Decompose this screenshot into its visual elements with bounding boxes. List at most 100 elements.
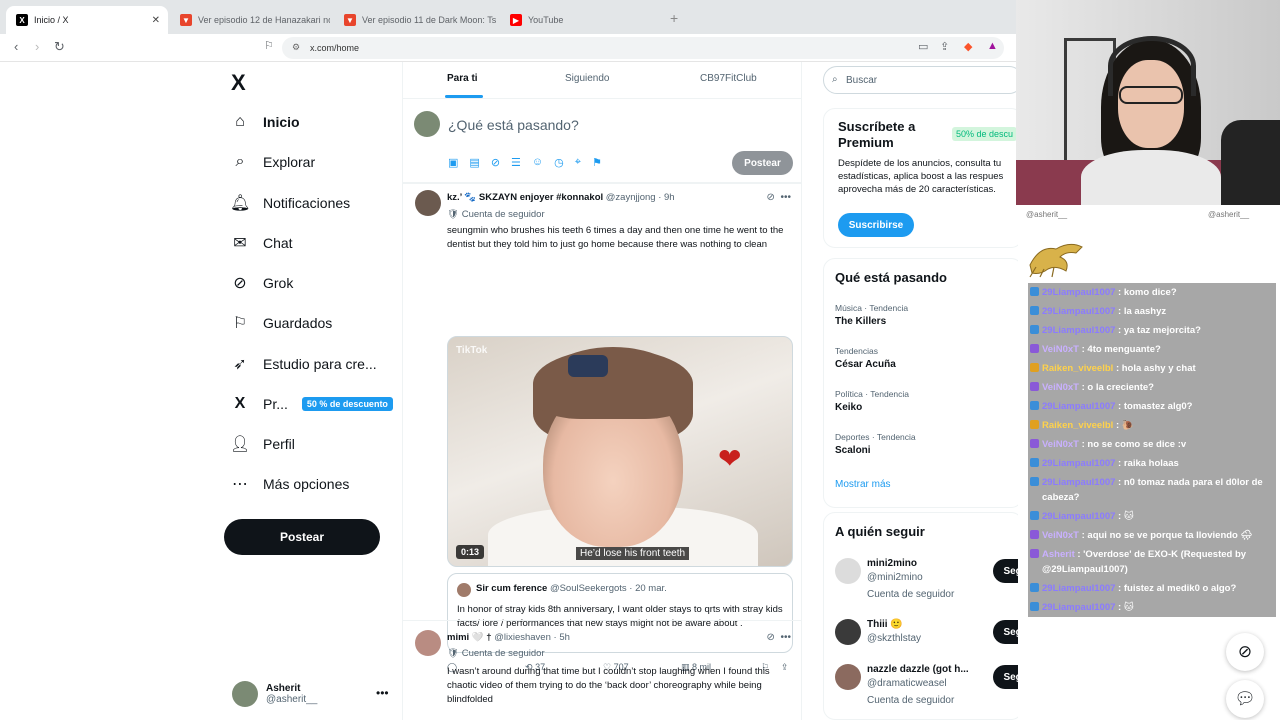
nav-item-inicio[interactable]: ⌂ Inicio bbox=[230, 109, 300, 135]
x-logo-icon[interactable]: X bbox=[231, 70, 246, 96]
trends-card: Qué está pasando Música · Tendencia The … bbox=[823, 258, 1023, 508]
compose-post-button[interactable]: Postear bbox=[732, 151, 793, 175]
emoji-icon[interactable]: ☺ bbox=[532, 156, 543, 169]
location-icon[interactable]: ⌖ bbox=[575, 156, 581, 169]
chat-message: 29Liampaul1007 : tomastez alg0? bbox=[1028, 397, 1276, 416]
tiktok-watermark: TikTok bbox=[456, 345, 488, 356]
author-name[interactable]: kz.’ 🐾 SKZAYN enjoyer #konnakol bbox=[447, 192, 603, 203]
chat-message: Raiken_viveelbl : hola ashy y chat bbox=[1028, 359, 1276, 378]
trend-item[interactable]: Deportes · Tendencia Scaloni bbox=[835, 432, 916, 456]
reload-icon[interactable]: ↻ bbox=[54, 39, 65, 55]
chat-badge-icon bbox=[1030, 344, 1039, 353]
author-name[interactable]: mimi 🤍 † bbox=[447, 632, 492, 643]
avatar bbox=[415, 190, 441, 216]
nav-item-explorar[interactable]: ⌕ Explorar bbox=[230, 149, 316, 175]
grok-fab-icon[interactable]: ⊘ bbox=[1226, 633, 1264, 671]
url-field[interactable]: ⚙ x.com/home bbox=[282, 37, 1004, 59]
tab-hanazakari[interactable]: ▼ Ver episodio 12 de Hanazakari no Ki bbox=[170, 6, 330, 34]
chat-text: : ya taz mejorcita? bbox=[1118, 325, 1201, 336]
nav-item-grok[interactable]: ⊘ Grok bbox=[230, 270, 293, 296]
poll-icon[interactable]: ☰ bbox=[511, 156, 521, 169]
premium-discount-badge: 50 % de descuento bbox=[301, 397, 393, 411]
search-input[interactable]: ⌕ Buscar bbox=[823, 66, 1023, 94]
nav-item-chat[interactable]: ✉ Chat bbox=[230, 230, 292, 256]
url-text: x.com/home bbox=[310, 43, 360, 53]
compose-input[interactable]: ¿Qué está pasando? bbox=[448, 117, 579, 133]
tab-siguiendo[interactable]: Siguiendo bbox=[565, 73, 609, 84]
person-icon: 👤︎ bbox=[230, 436, 251, 453]
nav-item-estudio[interactable]: ➶ Estudio para cre... bbox=[230, 351, 376, 377]
chat-text: : no se como se dice :v bbox=[1081, 439, 1187, 450]
gif-icon[interactable]: ▤ bbox=[469, 156, 479, 169]
chat-username: 29Liampaul1007 bbox=[1042, 583, 1116, 594]
close-icon[interactable]: ✕ bbox=[152, 15, 160, 26]
forward-icon[interactable]: › bbox=[35, 39, 39, 54]
show-more-link[interactable]: Mostrar más bbox=[835, 479, 891, 490]
tab-para-ti[interactable]: Para ti bbox=[447, 73, 478, 84]
chat-username: Asherit bbox=[1042, 549, 1075, 560]
nav-item-guardados[interactable]: ⚐ Guardados bbox=[230, 310, 332, 336]
chat-badge-icon bbox=[1030, 602, 1039, 611]
author-handle[interactable]: @lixieshaven bbox=[494, 632, 551, 643]
more-icon[interactable]: ••• bbox=[780, 192, 791, 203]
nav-item-mas-opciones[interactable]: ⋯ Más opciones bbox=[230, 471, 349, 497]
chat-username: Raiken_viveelbl bbox=[1042, 420, 1114, 431]
more-icon[interactable]: ••• bbox=[376, 686, 389, 700]
avatar bbox=[415, 630, 441, 656]
tweet-time[interactable]: · 5h bbox=[554, 632, 570, 643]
x-premium-icon: X bbox=[234, 395, 246, 412]
bookmark-page-icon[interactable]: ⚐ bbox=[264, 39, 274, 52]
trend-item[interactable]: Música · Tendencia The Killers bbox=[835, 303, 908, 327]
more-icon[interactable]: ••• bbox=[780, 632, 791, 643]
site-info-icon[interactable]: ⚙ bbox=[292, 42, 300, 53]
tweet-time[interactable]: · 9h bbox=[658, 192, 674, 203]
tab-x-home[interactable]: X Inicio / X ✕ bbox=[6, 6, 168, 34]
trend-item[interactable]: Política · Tendencia Keiko bbox=[835, 389, 909, 413]
new-tab-button[interactable]: + bbox=[670, 10, 678, 26]
author-handle[interactable]: @zaynjjong bbox=[606, 192, 656, 203]
back-icon[interactable]: ‹ bbox=[14, 39, 18, 54]
nav-label: Inicio bbox=[263, 114, 300, 130]
tab-cb97fitclub[interactable]: CB97FitClub bbox=[700, 73, 757, 84]
post-button[interactable]: Postear bbox=[224, 519, 380, 555]
grok-icon[interactable]: ⊘ bbox=[767, 192, 775, 203]
chat-text: : raika holaas bbox=[1118, 458, 1179, 469]
brave-shield-icon[interactable]: ◆ bbox=[964, 40, 972, 53]
tab-youtube[interactable]: ▶ YouTube bbox=[500, 6, 660, 34]
chat-handle: @asherit__ bbox=[1208, 210, 1250, 219]
tab-dark-moon[interactable]: ▼ Ver episodio 11 de Dark Moon: Tsuk bbox=[334, 6, 496, 34]
share-icon[interactable]: ⇪ bbox=[940, 40, 949, 53]
chat-message: VeiN0xT : no se como se dice :v bbox=[1028, 435, 1276, 454]
tweet-video[interactable]: ❤ TikTok 0:13 He’d lose his front teeth bbox=[447, 336, 793, 567]
trend-item[interactable]: Tendencias César Acuña bbox=[835, 346, 896, 370]
cast-icon[interactable]: ▭ bbox=[918, 40, 928, 53]
nav-label: Notificaciones bbox=[263, 195, 351, 211]
subscribe-button[interactable]: Suscribirse bbox=[838, 213, 914, 237]
chat-message: VeiN0xT : o la creciente? bbox=[1028, 378, 1276, 397]
chat-message: 29Liampaul1007 : komo dice? bbox=[1028, 283, 1276, 302]
nav-item-notificaciones[interactable]: 🔔︎ Notificaciones bbox=[230, 190, 350, 216]
image-icon[interactable]: ▣ bbox=[448, 156, 458, 169]
tweet-text: I wasn’t around during that time but I c… bbox=[447, 666, 770, 705]
shield-icon: 🛡︎ bbox=[447, 209, 460, 220]
tweet[interactable]: kz.’ 🐾 SKZAYN enjoyer #konnakol @zaynjjo… bbox=[403, 184, 801, 672]
tweet[interactable]: mimi 🤍 † @lixieshaven · 5h ⊘ ••• 🛡︎ Cuen… bbox=[403, 622, 801, 720]
chat-message: VeiN0xT : 4to menguante? bbox=[1028, 340, 1276, 359]
brave-rewards-icon[interactable]: ▲ bbox=[987, 40, 998, 52]
account-switcher[interactable]: Asherit @asherit__ bbox=[232, 681, 317, 707]
messages-fab-icon[interactable]: 💬︎ bbox=[1226, 680, 1264, 718]
grok-icon[interactable]: ⊘ bbox=[491, 156, 500, 169]
timeline: Para ti Siguiendo CB97FitClub ¿Qué está … bbox=[402, 62, 802, 720]
nav-item-perfil[interactable]: 👤︎ Perfil bbox=[230, 431, 295, 457]
trend-category: Tendencias bbox=[835, 346, 879, 356]
schedule-icon[interactable]: ◷ bbox=[554, 156, 564, 169]
nav-item-premium[interactable]: X Pr... 50 % de descuento bbox=[230, 391, 393, 417]
suggestion-name: mini2mino bbox=[867, 558, 918, 569]
chat-username: Raiken_viveelbl bbox=[1042, 363, 1114, 374]
premium-title: Suscríbete a Premium bbox=[838, 119, 916, 150]
grok-icon[interactable]: ⊘ bbox=[767, 632, 775, 643]
search-icon: ⌕ bbox=[832, 74, 838, 85]
video-subject bbox=[533, 349, 693, 419]
flag-icon[interactable]: ⚑ bbox=[592, 156, 602, 169]
webcam-background bbox=[1221, 120, 1280, 205]
